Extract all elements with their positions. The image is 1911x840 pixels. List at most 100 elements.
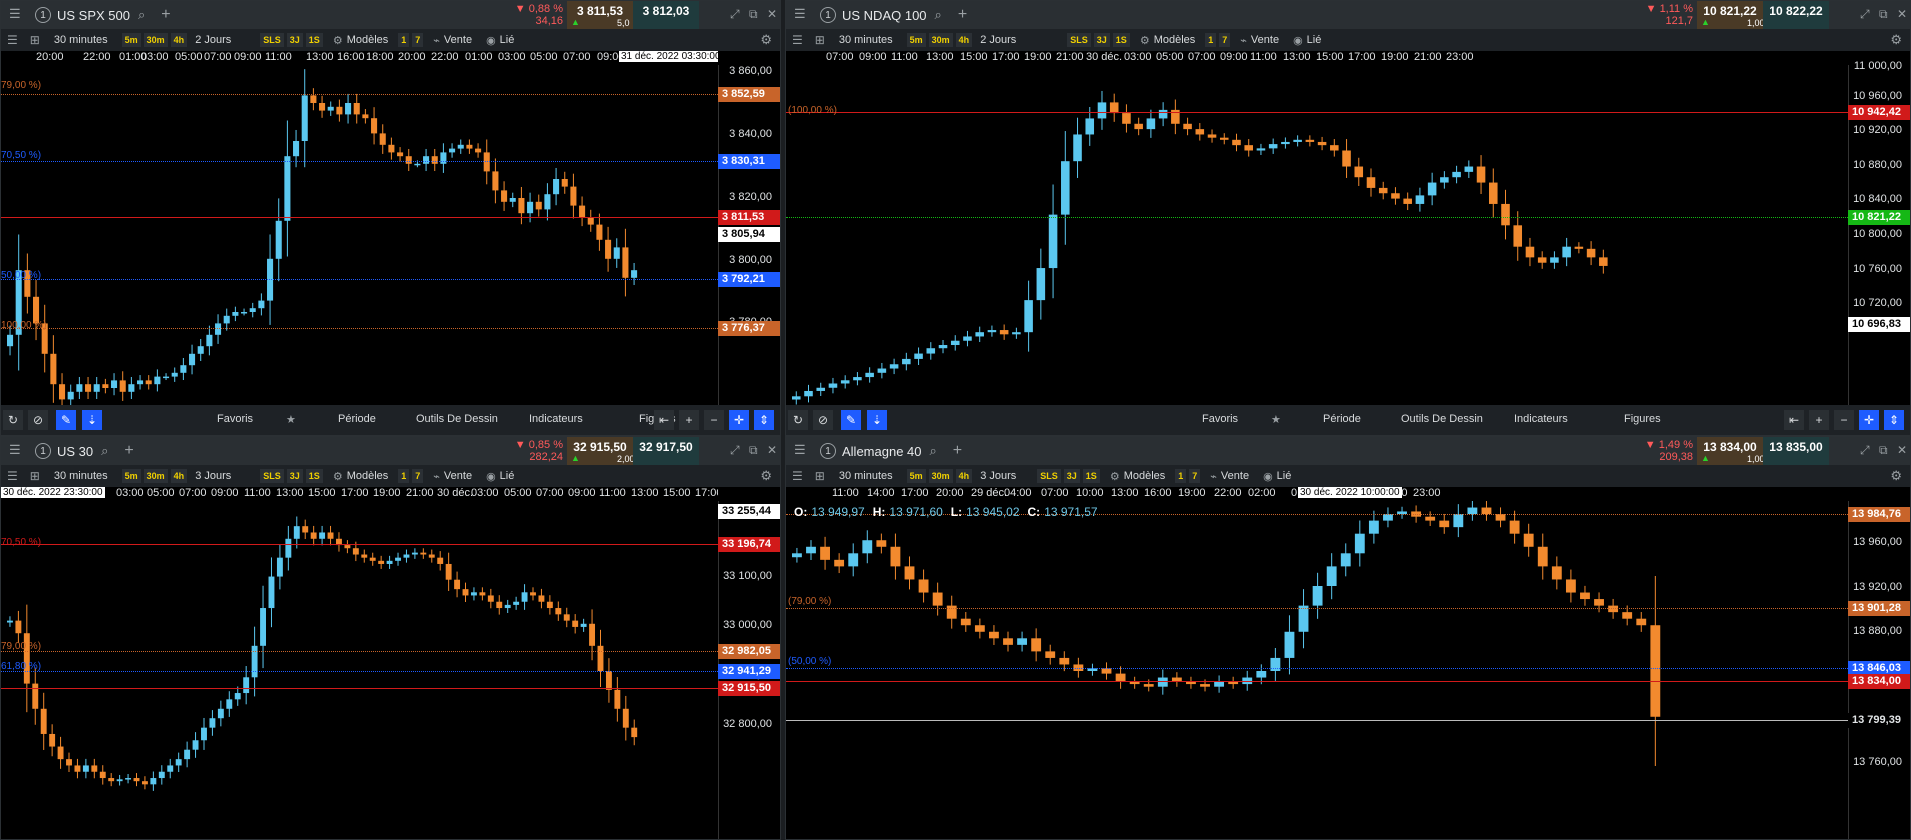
ask-button[interactable]: 13 835,00 [1763,437,1829,465]
level-line[interactable] [1,94,718,95]
preset-7[interactable]: 7 [1189,469,1201,483]
sell-button[interactable]: Vente [1221,470,1249,482]
magnet-icon[interactable]: ⇣ [867,410,887,430]
period-select[interactable]: 2 Jours [980,34,1016,46]
link-number-badge[interactable]: 1 [820,443,836,459]
layout-icon[interactable]: ⊞ [815,33,825,47]
star-icon[interactable]: ★ [286,413,296,426]
level-line[interactable] [1,544,718,545]
mode-button-SLS[interactable]: SLS [1067,33,1091,47]
tf-button-30m[interactable]: 30m [928,469,953,483]
tf-button-5m[interactable]: 5m [906,33,926,47]
symbol-name[interactable]: US 30 [57,444,93,459]
no-entry-icon[interactable]: ⊘ [28,410,48,430]
price-chart[interactable] [786,65,1848,405]
timeframe-select[interactable]: 30 minutes [54,34,108,46]
popout-icon[interactable]: ⧉ [749,443,758,458]
mode-button-3J[interactable]: 3J [286,33,303,47]
bid-button[interactable]: 32 915,50 2,00 ▲ [567,437,635,465]
pencil-icon[interactable]: ✎ [841,410,861,430]
magnet-icon[interactable]: ⇣ [82,410,102,430]
sliders-icon[interactable]: ⚙ [1140,34,1150,47]
toolbar-outils[interactable]: Outils De Dessin [1401,413,1483,425]
toolbar-periode[interactable]: Période [1323,413,1361,425]
close-icon[interactable]: ✕ [1897,7,1907,21]
preset-1[interactable]: 1 [398,469,410,483]
pencil-icon[interactable]: ✎ [56,410,76,430]
linked-button[interactable]: Lié [1307,34,1322,46]
ask-button[interactable]: 3 812,03 [633,1,699,29]
sell-button[interactable]: Vente [1251,34,1279,46]
expand-icon[interactable]: ⤢ [730,7,740,22]
level-line[interactable] [1,217,718,218]
minus-icon[interactable]: − [704,410,724,430]
resize-icon[interactable]: ⇕ [754,410,774,430]
price-chart[interactable] [786,500,1848,839]
level-line[interactable] [786,668,1848,669]
search-icon[interactable]: ⌕ [935,7,942,23]
toolbar-indicateurs[interactable]: Indicateurs [529,413,583,425]
preset-1[interactable]: 1 [1205,33,1217,47]
tf-button-4h[interactable]: 4h [170,33,188,47]
linked-button[interactable]: Lié [1277,470,1292,482]
preset-7[interactable]: 7 [1219,33,1231,47]
models-button[interactable]: Modèles [1124,470,1166,482]
tf-button-30m[interactable]: 30m [928,33,953,47]
search-icon[interactable]: ⌕ [930,443,937,459]
settings-gear-icon[interactable]: ⚙ [1890,32,1902,48]
expand-icon[interactable]: ⤢ [1860,7,1870,22]
toolbar-favoris[interactable]: Favoris [217,413,253,425]
bid-button[interactable]: 10 821,22 1,00 ▲ [1697,1,1765,29]
crosshair-icon[interactable]: ✛ [1859,410,1879,430]
menu-icon[interactable]: ☰ [792,33,803,47]
layout-icon[interactable]: ⊞ [30,469,40,483]
timeframe-select[interactable]: 30 minutes [54,470,108,482]
popout-icon[interactable]: ⧉ [749,7,758,22]
arrow-icon[interactable]: ⇤ [1784,410,1804,430]
toolbar-periode[interactable]: Période [338,413,376,425]
level-line[interactable] [786,681,1848,682]
tf-button-30m[interactable]: 30m [143,469,168,483]
mode-button-3J[interactable]: 3J [286,469,303,483]
add-tab-icon[interactable]: + [124,442,133,460]
bid-button[interactable]: 3 811,53 5,0 ▲ [567,1,633,29]
level-line[interactable] [1,688,718,689]
preset-7[interactable]: 7 [412,33,424,47]
toolbar-figures[interactable]: Figures [1624,413,1661,425]
hamburger-icon[interactable]: ☰ [9,442,21,458]
hamburger-icon[interactable]: ☰ [794,6,806,22]
settings-gear-icon[interactable]: ⚙ [1890,468,1902,484]
level-line[interactable] [786,608,1848,609]
arrow-icon[interactable]: ⇤ [654,410,674,430]
layout-icon[interactable]: ⊞ [30,33,40,47]
mode-button-SLS[interactable]: SLS [260,469,284,483]
reset-icon[interactable]: ↻ [3,410,23,430]
tf-button-5m[interactable]: 5m [906,469,926,483]
timeframe-select[interactable]: 30 minutes [839,470,893,482]
plus-icon[interactable]: + [1809,410,1829,430]
level-line[interactable] [1,651,718,652]
settings-gear-icon[interactable]: ⚙ [760,468,772,484]
tf-button-4h[interactable]: 4h [955,469,973,483]
period-select[interactable]: 3 Jours [195,470,231,482]
level-line[interactable] [1,234,718,235]
level-line[interactable] [1,511,718,512]
toolbar-favoris[interactable]: Favoris [1202,413,1238,425]
expand-icon[interactable]: ⤢ [1860,443,1870,458]
tf-button-5m[interactable]: 5m [121,469,141,483]
timeframe-select[interactable]: 30 minutes [839,34,893,46]
menu-icon[interactable]: ☰ [7,469,18,483]
minus-icon[interactable]: − [1834,410,1854,430]
mode-button-SLS[interactable]: SLS [260,33,284,47]
crosshair-icon[interactable]: ✛ [729,410,749,430]
ask-button[interactable]: 32 917,50 [633,437,699,465]
level-line[interactable] [1,161,718,162]
sliders-icon[interactable]: ⚙ [333,34,343,47]
close-icon[interactable]: ✕ [1897,443,1907,457]
models-button[interactable]: Modèles [1154,34,1196,46]
reset-icon[interactable]: ↻ [788,410,808,430]
link-number-badge[interactable]: 1 [820,7,836,23]
level-line[interactable] [786,112,1848,113]
mode-button-3J[interactable]: 3J [1093,33,1110,47]
models-button[interactable]: Modèles [347,470,389,482]
